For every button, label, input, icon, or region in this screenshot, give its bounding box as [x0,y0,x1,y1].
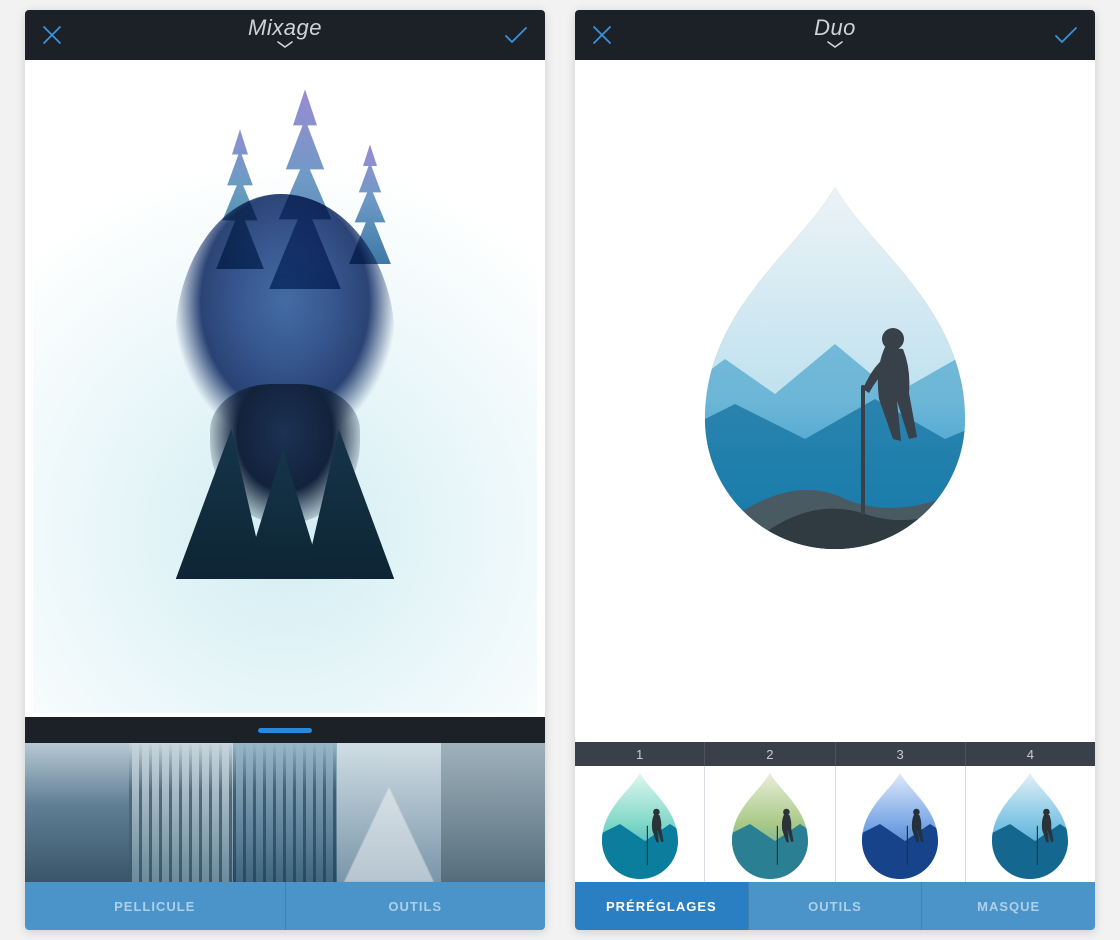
tab-outils[interactable]: OUTILS [748,882,922,930]
overlay-thumbnail[interactable] [129,743,233,882]
top-bar: Duo [575,10,1095,60]
preset-strip: 1 2 3 4 [575,742,1095,882]
screen-title: Mixage [248,15,322,41]
confirm-icon[interactable] [503,24,529,46]
preset-number: 4 [965,742,1095,766]
preset-thumbnails [575,766,1095,882]
overlay-thumbnail[interactable] [25,743,129,882]
overlay-thumbnail[interactable] [337,743,441,882]
preview-portrait [105,89,465,609]
chevron-down-icon[interactable] [274,37,296,55]
preset-number-row: 1 2 3 4 [575,742,1095,766]
title-wrap: Mixage [25,10,545,60]
tab-label: OUTILS [808,899,862,914]
bottom-tabs: PELLICULE OUTILS [25,882,545,930]
tab-pellicule[interactable]: PELLICULE [25,882,285,930]
preset-number: 3 [835,742,965,766]
drag-handle-bar[interactable] [25,717,545,743]
tab-label: MASQUE [977,899,1040,914]
preview-duo [665,179,1005,579]
preview-canvas[interactable] [25,60,545,717]
preset-number: 2 [704,742,834,766]
tab-prereglages[interactable]: PRÉRÉGLAGES [575,882,748,930]
tab-masque[interactable]: MASQUE [921,882,1095,930]
screen-duo: Duo [575,10,1095,930]
tab-label: OUTILS [388,899,442,914]
overlay-thumbnail[interactable] [233,743,337,882]
overlay-thumbnails [25,743,545,882]
preview-canvas[interactable] [575,60,1095,742]
tab-label: PELLICULE [114,899,195,914]
confirm-icon[interactable] [1053,24,1079,46]
overlay-strip [25,717,545,882]
overlay-thumbnail[interactable] [441,743,545,882]
tab-outils[interactable]: OUTILS [285,882,546,930]
bottom-tabs: PRÉRÉGLAGES OUTILS MASQUE [575,882,1095,930]
close-icon[interactable] [41,24,63,46]
close-icon[interactable] [591,24,613,46]
preset-thumbnail[interactable] [965,766,1095,882]
title-wrap: Duo [575,10,1095,60]
tab-label: PRÉRÉGLAGES [606,899,717,914]
duo-mask-shape-icon [665,179,1005,579]
drag-handle-icon [258,728,312,733]
screen-mixage: Mixage [25,10,545,930]
chevron-down-icon[interactable] [824,37,846,55]
preset-number: 1 [575,742,704,766]
preset-thumbnail[interactable] [575,766,704,882]
top-bar: Mixage [25,10,545,60]
preset-thumbnail[interactable] [835,766,965,882]
screen-title: Duo [814,15,856,41]
preset-thumbnail[interactable] [704,766,834,882]
